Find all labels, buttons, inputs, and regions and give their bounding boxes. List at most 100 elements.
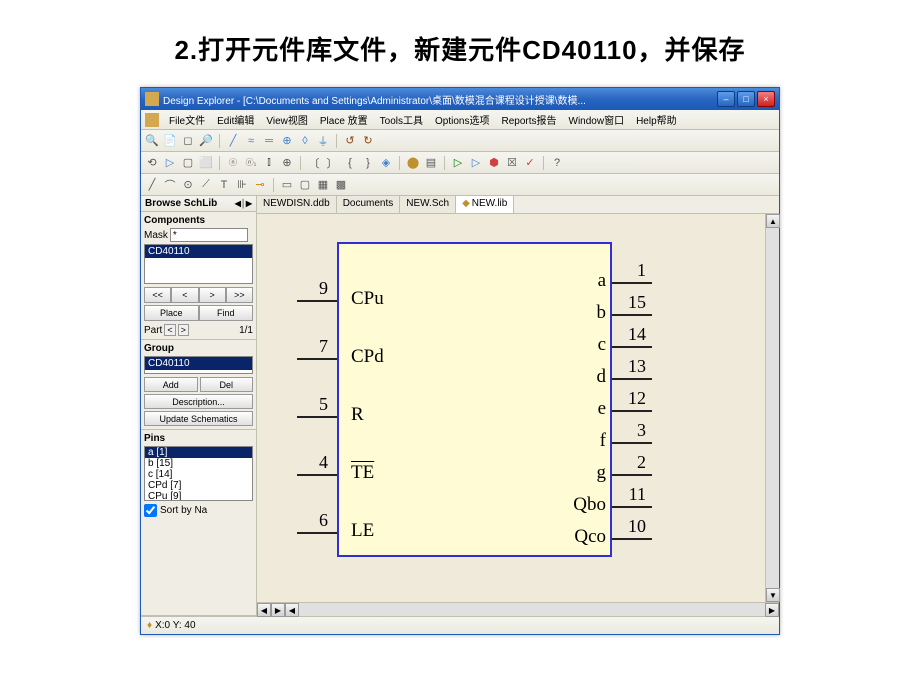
sheet-icon[interactable]: ▢ (181, 156, 195, 170)
pin-item[interactable]: CPu [9] (145, 491, 252, 501)
draw-curve-icon[interactable]: ⌒ (163, 178, 177, 192)
draw-roundrect-icon[interactable]: ▢ (298, 178, 312, 192)
sort-checkbox[interactable] (144, 504, 157, 517)
del-button[interactable]: Del (200, 377, 254, 392)
close-button[interactable]: × (757, 91, 775, 107)
pin-wire[interactable] (297, 416, 337, 418)
zoom-in-icon[interactable]: 🔍 (145, 134, 159, 148)
diamond-icon[interactable]: ◈ (379, 156, 393, 170)
pin-wire[interactable] (297, 474, 337, 476)
nav-last-button[interactable]: >> (226, 287, 253, 303)
menu-reports[interactable]: Reports报告 (495, 110, 562, 129)
pin-wire[interactable] (612, 378, 652, 380)
junction-icon[interactable]: ⊕ (280, 134, 294, 148)
pin-item[interactable]: a [1] (145, 447, 252, 458)
doc-tab[interactable]: NEW.Sch (400, 196, 456, 213)
draw-arc-icon[interactable]: ⊙ (181, 178, 195, 192)
brace-open-icon[interactable]: { (343, 156, 357, 170)
pin-wire[interactable] (612, 282, 652, 284)
table-icon[interactable]: ▤ (424, 156, 438, 170)
rect-icon[interactable]: 〔 (307, 156, 321, 170)
redo-icon[interactable]: ↺ (343, 134, 357, 148)
group-list[interactable]: CD40110 (144, 356, 253, 374)
menu-edit[interactable]: Edit编辑 (211, 110, 260, 129)
vertical-scrollbar[interactable]: ▲ ▼ (765, 214, 779, 602)
line-icon[interactable]: ╱ (226, 134, 240, 148)
frame-icon[interactable]: ⬜ (199, 156, 213, 170)
component-list[interactable]: CD40110 (144, 244, 253, 284)
add-button[interactable]: Add (144, 377, 198, 392)
play-icon[interactable]: ▷ (163, 156, 177, 170)
draw-rect-icon[interactable]: ▭ (280, 178, 294, 192)
pin-item[interactable]: CPd [7] (145, 480, 252, 491)
horizontal-scrollbar[interactable]: ◀ ▶ ◀ ▶ (257, 602, 779, 616)
label-icon[interactable]: ⓝ₁ (244, 156, 258, 170)
part-prev-button[interactable]: < (164, 324, 175, 336)
draw-string-icon[interactable]: ⊪ (235, 178, 249, 192)
find-button[interactable]: Find (199, 305, 254, 321)
pins-list[interactable]: a [1] b [15] c [14] CPd [7] CPu [9] (144, 446, 253, 501)
scroll-left-button[interactable]: ◀ (285, 603, 299, 617)
arc-icon[interactable]: ⟲ (145, 156, 159, 170)
help-icon[interactable]: ? (550, 156, 564, 170)
group-item-selected[interactable]: CD40110 (145, 357, 252, 370)
component-item-selected[interactable]: CD40110 (145, 245, 252, 258)
marker-icon[interactable]: ▷ (451, 156, 465, 170)
scroll-right-button[interactable]: ▶ (765, 603, 779, 617)
pin-wire[interactable] (612, 314, 652, 316)
update-schematics-button[interactable]: Update Schematics (144, 411, 253, 426)
pin-wire[interactable] (612, 474, 652, 476)
draw-grid-icon[interactable]: ▦ (316, 178, 330, 192)
menu-view[interactable]: View视图 (260, 110, 314, 129)
scroll-down-button[interactable]: ▼ (766, 588, 780, 602)
hier-icon[interactable]: ⊕ (280, 156, 294, 170)
pin-wire[interactable] (612, 410, 652, 412)
part-icon[interactable]: ⬤ (406, 156, 420, 170)
pin-wire[interactable] (612, 442, 652, 444)
menu-tools[interactable]: Tools工具 (374, 110, 429, 129)
menu-options[interactable]: Options选项 (429, 110, 495, 129)
pin-item[interactable]: c [14] (145, 469, 252, 480)
port-icon[interactable]: ◊ (298, 134, 312, 148)
pin-wire[interactable] (612, 346, 652, 348)
draw-polyline-icon[interactable]: ⟋ (199, 178, 213, 192)
menu-window[interactable]: Window窗口 (563, 110, 631, 129)
stop-icon[interactable]: ⬢ (487, 156, 501, 170)
scroll-tab-left[interactable]: ◀ (257, 603, 271, 617)
mask-input[interactable] (170, 228, 248, 242)
doc-tab[interactable]: NEWDISN.ddb (257, 196, 337, 213)
maximize-button[interactable]: □ (737, 91, 755, 107)
play2-icon[interactable]: ▷ (469, 156, 483, 170)
place-button[interactable]: Place (144, 305, 199, 321)
undo-icon[interactable]: ↻ (361, 134, 375, 148)
check-icon[interactable]: ✓ (523, 156, 537, 170)
pin-item[interactable]: b [15] (145, 458, 252, 469)
pin-wire[interactable] (612, 538, 652, 540)
cross-icon[interactable]: ☒ (505, 156, 519, 170)
menu-file[interactable]: File文件 (163, 110, 211, 129)
pin-wire[interactable] (297, 300, 337, 302)
net-icon[interactable]: ≈ (244, 134, 258, 148)
nav-prev-button[interactable]: < (171, 287, 198, 303)
menu-place[interactable]: Place 放置 (314, 110, 374, 129)
nav-first-button[interactable]: << (144, 287, 171, 303)
pin-wire[interactable] (297, 358, 337, 360)
draw-line-icon[interactable]: ╱ (145, 178, 159, 192)
power-icon[interactable]: ⏚ (316, 134, 330, 148)
draw-text-icon[interactable]: T (217, 178, 231, 192)
text-icon[interactable]: ⫾ (262, 156, 276, 170)
zoom-area-icon[interactable]: ◻ (181, 134, 195, 148)
description-button[interactable]: Description... (144, 394, 253, 409)
scroll-tab-right[interactable]: ▶ (271, 603, 285, 617)
zoom-out-icon[interactable]: 🔎 (199, 134, 213, 148)
part-next-button[interactable]: > (178, 324, 189, 336)
doc-tab[interactable]: Documents (337, 196, 401, 213)
doc-tab-active[interactable]: ◆NEW.lib (456, 196, 514, 213)
scroll-up-button[interactable]: ▲ (766, 214, 780, 228)
del-icon[interactable]: ⓝ (226, 156, 240, 170)
pin-wire[interactable] (612, 506, 652, 508)
schematic-canvas[interactable]: 9 CPu 7 CPd 5 R 4 TE 6 LE 1 a 15 b 14 c … (257, 214, 779, 602)
tab-arrows-icon[interactable]: ◀│▶ (235, 199, 252, 208)
nav-next-button[interactable]: > (199, 287, 226, 303)
minimize-button[interactable]: – (717, 91, 735, 107)
